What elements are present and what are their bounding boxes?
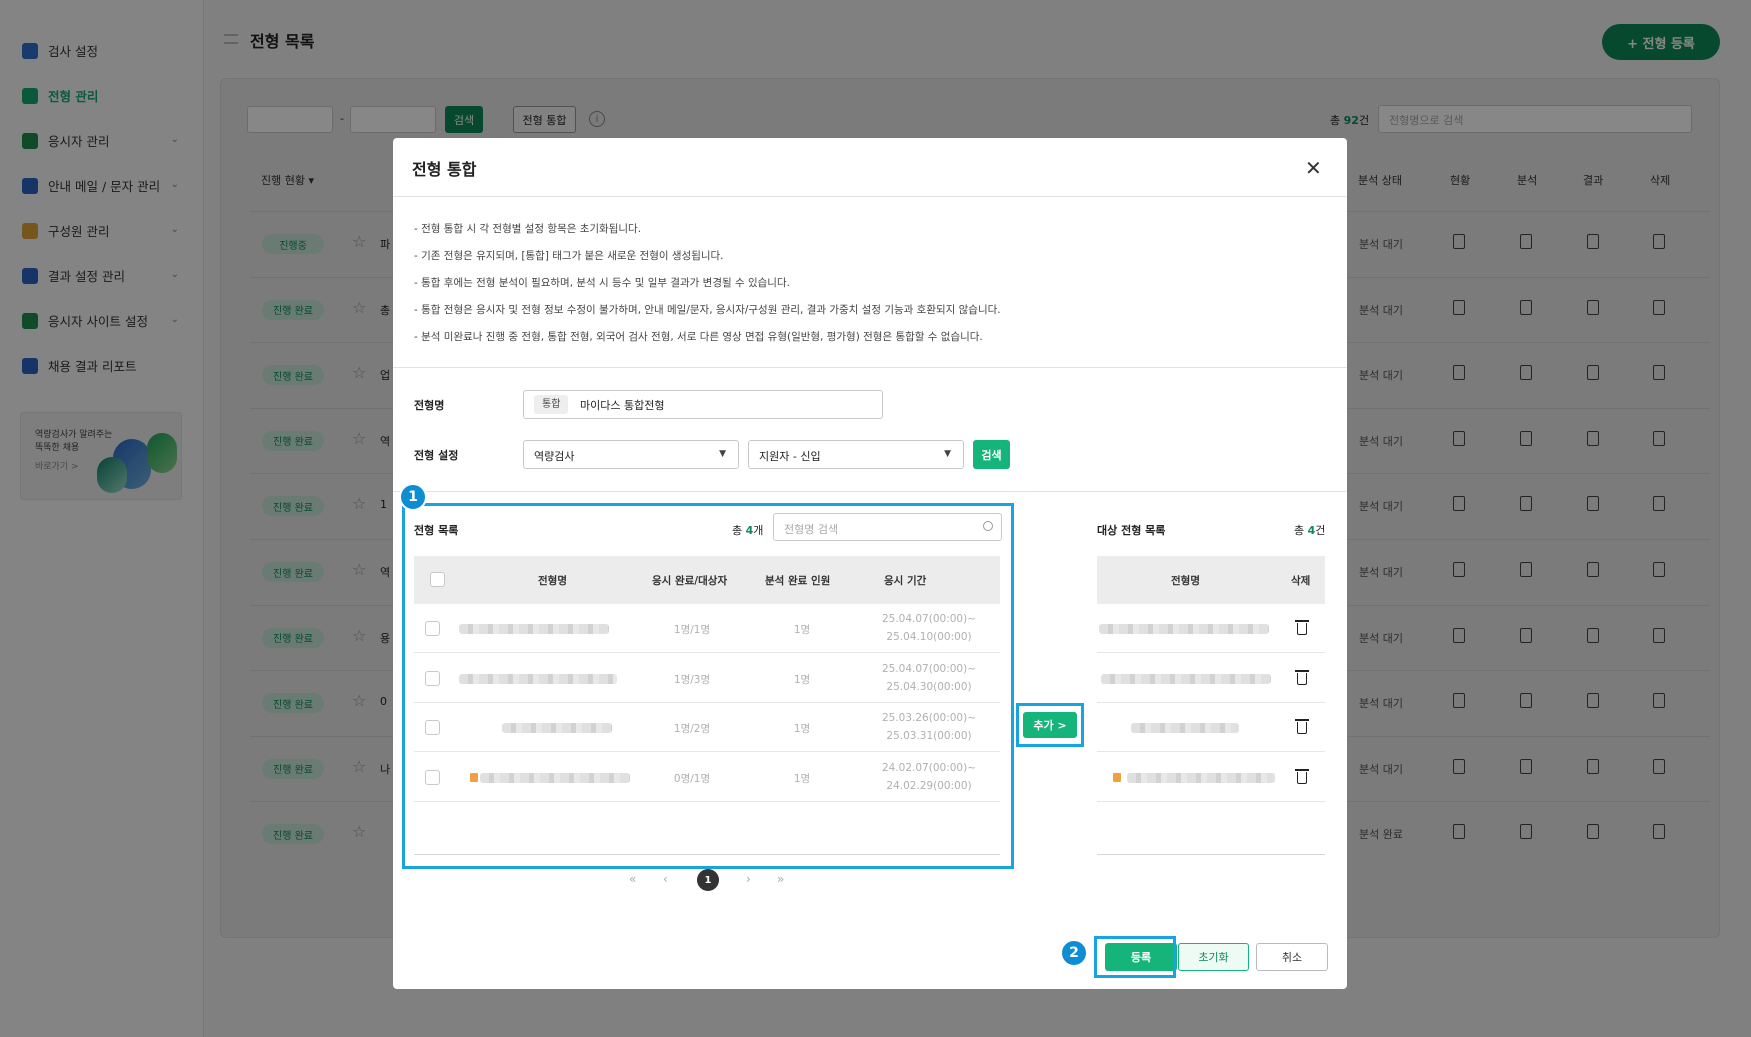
process-name-field[interactable]: 통합 마이다스 통합전형 (523, 390, 883, 419)
notice-line: - 통합 전형은 응시자 및 전형 정보 수정이 불가하며, 안내 메일/문자,… (414, 304, 1001, 316)
trash-icon[interactable] (1295, 768, 1309, 784)
right-list-count: 총 4건 (1294, 524, 1326, 537)
merge-tag: 통합 (534, 395, 569, 414)
divider (393, 196, 1347, 197)
trash-icon[interactable] (1295, 669, 1309, 685)
trash-icon[interactable] (1295, 719, 1309, 734)
applicant-type-select[interactable]: 지원자 - 신입 ▼ (748, 440, 964, 469)
highlight-box-add (1016, 703, 1084, 747)
applicant-type-value: 지원자 - 신입 (759, 450, 821, 463)
header-delete: 삭제 (1291, 575, 1311, 587)
process-name-value: 마이다스 통합전형 (580, 399, 665, 412)
callout-number: 2 (1060, 939, 1088, 967)
blurred-process-name (1127, 772, 1275, 783)
name-label: 전형명 (414, 399, 445, 412)
reset-button[interactable]: 초기화 (1178, 943, 1249, 971)
target-list-item (1097, 753, 1325, 802)
divider (1097, 854, 1325, 855)
test-type-select[interactable]: 역량검사 ▼ (523, 440, 739, 469)
divider (393, 491, 1347, 492)
trash-icon[interactable] (1295, 620, 1309, 635)
notice-line: - 기존 전형은 유지되며, [통합] 태그가 붙은 새로운 전형이 생성됩니다… (414, 250, 724, 262)
divider (393, 367, 1347, 368)
last-page-button[interactable]: » (777, 872, 784, 886)
notice-line: - 분석 미완료나 진행 중 전형, 통합 전형, 외국어 검사 전형, 서로 … (414, 331, 983, 343)
target-list-item (1097, 654, 1325, 703)
notice-line: - 전형 통합 시 각 전형별 설정 항목은 초기화됩니다. (414, 223, 642, 235)
right-list-title: 대상 전형 목록 (1097, 524, 1166, 537)
prev-page-button[interactable]: ‹ (663, 872, 668, 886)
test-type-value: 역량검사 (534, 450, 575, 463)
page-number-button[interactable]: 1 (697, 869, 719, 891)
cancel-button[interactable]: 취소 (1256, 943, 1328, 971)
caret-down-icon: ▼ (719, 449, 726, 459)
target-list-item (1097, 703, 1325, 752)
process-icon (1113, 772, 1121, 782)
modal-search-button[interactable]: 검색 (973, 440, 1010, 469)
close-icon[interactable]: ✕ (1305, 158, 1322, 178)
right-table-header: 전형명 삭제 (1097, 556, 1325, 604)
setting-label: 전형 설정 (414, 449, 459, 462)
target-list-item (1097, 604, 1325, 653)
next-page-button[interactable]: › (746, 872, 751, 886)
notice-line: - 통합 후에는 전형 분석이 필요하며, 분석 시 등수 및 일부 결과가 변… (414, 277, 790, 289)
highlight-box-process-list (402, 503, 1014, 869)
highlight-box-register (1094, 936, 1176, 978)
modal-title: 전형 통합 (412, 160, 477, 179)
header-name: 전형명 (1171, 575, 1200, 587)
blurred-process-name (1131, 723, 1239, 733)
blurred-process-name (1099, 624, 1269, 634)
caret-down-icon: ▼ (944, 449, 951, 459)
first-page-button[interactable]: « (629, 872, 636, 886)
blurred-process-name (1101, 673, 1271, 684)
callout-number: 1 (399, 483, 427, 511)
